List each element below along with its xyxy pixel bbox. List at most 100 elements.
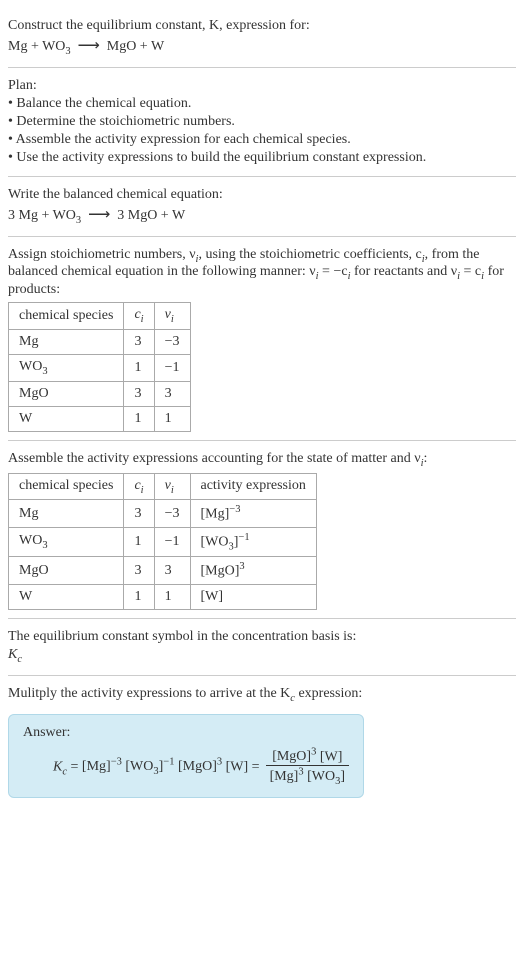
- cell-ci: 1: [124, 354, 154, 381]
- stoich-intro: Assign stoichiometric numbers, νi, using…: [8, 247, 516, 299]
- stoich-text: , using the stoichiometric coefficients,…: [198, 247, 421, 262]
- plan-item: • Assemble the activity expression for e…: [8, 132, 516, 148]
- answer-box: Answer: Kc = [Mg]−3 [WO3]−1 [MgO]3 [W] =…: [8, 714, 364, 798]
- cell-ci: 1: [124, 585, 154, 610]
- unbalanced-equation: Mg + WO3 ⟶ MgO + W: [8, 36, 516, 57]
- cell-species: WO3: [9, 354, 124, 381]
- col-ci: ci: [124, 473, 154, 500]
- cell-ci: 3: [124, 329, 154, 354]
- balanced-sub: 3: [76, 215, 81, 226]
- col-activity: activity expression: [190, 473, 316, 500]
- activity-section: Assemble the activity expressions accoun…: [8, 441, 516, 619]
- final-text: Mulitply the activity expressions to arr…: [8, 686, 290, 701]
- term: [Mg]−3: [82, 759, 122, 774]
- term-sup: 3: [217, 757, 222, 768]
- term-base: [MgO]: [178, 759, 217, 774]
- stoich-section: Assign stoichiometric numbers, νi, using…: [8, 237, 516, 441]
- cell-activity: [W]: [190, 585, 316, 610]
- activity-sup: 3: [239, 561, 244, 572]
- eq-sub: 3: [65, 46, 70, 57]
- cell-species: WO3: [9, 528, 124, 557]
- kc-sub: c: [62, 766, 67, 777]
- term: [W]: [226, 759, 249, 774]
- final-intro: Mulitply the activity expressions to arr…: [8, 686, 516, 704]
- fraction-denominator: [Mg]3 [WO3]: [266, 766, 349, 786]
- term: [Mg]3: [270, 769, 304, 784]
- cell-species: W: [9, 406, 124, 431]
- kc-left: Kc = [Mg]−3 [WO3]−1 [MgO]3 [W] =: [53, 757, 260, 777]
- header-label: νi: [165, 478, 174, 493]
- activity-base: [Mg]: [201, 507, 230, 522]
- balanced-rhs: 3 MgO + W: [117, 208, 185, 223]
- term: [W]: [320, 749, 343, 764]
- table-row: W 1 1 [W]: [9, 585, 317, 610]
- cell-activity: [Mg]−3: [190, 500, 316, 528]
- cell-nui: 3: [154, 381, 190, 406]
- header-label: activity expression: [201, 478, 306, 493]
- cell-ci: 1: [124, 528, 154, 557]
- plan-item: • Use the activity expressions to build …: [8, 150, 516, 166]
- header-label: chemical species: [19, 308, 113, 323]
- final-text: expression:: [295, 686, 362, 701]
- col-species: chemical species: [9, 473, 124, 500]
- table-row: MgO 3 3: [9, 381, 191, 406]
- term-sup: 3: [298, 766, 303, 777]
- kc-expression: Kc = [Mg]−3 [WO3]−1 [MgO]3 [W] = [MgO]3 …: [53, 747, 349, 787]
- header-label: νi: [165, 307, 174, 322]
- table-row: W 1 1: [9, 406, 191, 431]
- term-sup: −3: [111, 757, 122, 768]
- col-nui: νi: [154, 303, 190, 330]
- question-section: Construct the equilibrium constant, K, e…: [8, 8, 516, 68]
- cell-ci: 3: [124, 381, 154, 406]
- eq-lhs: Mg + WO: [8, 39, 65, 54]
- header-label: ci: [134, 307, 143, 322]
- cell-nui: −3: [154, 500, 190, 528]
- cell-activity: [MgO]3: [190, 557, 316, 585]
- term-base: [Mg]: [82, 759, 111, 774]
- final-section: Mulitply the activity expressions to arr…: [8, 676, 516, 806]
- table-header-row: chemical species ci νi activity expressi…: [9, 473, 317, 500]
- reaction-arrow-icon: ⟶: [88, 206, 110, 223]
- kc-k: K: [8, 647, 17, 662]
- plan-item: • Determine the stoichiometric numbers.: [8, 114, 516, 130]
- header-label: ci: [134, 478, 143, 493]
- activity-intro: Assemble the activity expressions accoun…: [8, 451, 516, 469]
- cell-species: Mg: [9, 500, 124, 528]
- eq-rhs: MgO + W: [107, 39, 164, 54]
- symbol-section: The equilibrium constant symbol in the c…: [8, 619, 516, 676]
- term: [MgO]3: [272, 749, 316, 764]
- kc-fraction: [MgO]3 [W] [Mg]3 [WO3]: [266, 747, 349, 787]
- equals: =: [71, 759, 82, 774]
- activity-table: chemical species ci νi activity expressi…: [8, 473, 317, 611]
- reaction-arrow-icon: ⟶: [78, 37, 100, 54]
- plan-section: Plan: • Balance the chemical equation. •…: [8, 68, 516, 177]
- col-ci: ci: [124, 303, 154, 330]
- stoich-table: chemical species ci νi Mg 3 −3 WO3 1 −1 …: [8, 302, 191, 432]
- table-row: WO3 1 −1 [WO3]−1: [9, 528, 317, 557]
- table-header-row: chemical species ci νi: [9, 303, 191, 330]
- activity-text: :: [424, 451, 428, 466]
- balanced-equation: 3 Mg + WO3 ⟶ 3 MgO + W: [8, 205, 516, 226]
- cell-ci: 1: [124, 406, 154, 431]
- question-line1: Construct the equilibrium constant, K, e…: [8, 18, 516, 34]
- cell-species: MgO: [9, 557, 124, 585]
- equals: =: [252, 759, 260, 774]
- cell-ci: 3: [124, 500, 154, 528]
- term: [WO3]−1: [125, 759, 174, 774]
- kc-symbol: Kc: [8, 647, 516, 665]
- term: [MgO]3: [178, 759, 222, 774]
- kc-k: K: [53, 759, 62, 774]
- stoich-text: Assign stoichiometric numbers, ν: [8, 247, 196, 262]
- cell-nui: −1: [154, 354, 190, 381]
- balanced-lhs: 3 Mg + WO: [8, 208, 76, 223]
- table-row: Mg 3 −3 [Mg]−3: [9, 500, 317, 528]
- col-nui: νi: [154, 473, 190, 500]
- activity-sup: −1: [238, 532, 249, 543]
- activity-text: Assemble the activity expressions accoun…: [8, 451, 421, 466]
- term-sup: −1: [163, 757, 174, 768]
- fraction-numerator: [MgO]3 [W]: [266, 747, 349, 767]
- col-species: chemical species: [9, 303, 124, 330]
- activity-base: [MgO]: [201, 564, 240, 579]
- plan-item: • Balance the chemical equation.: [8, 96, 516, 112]
- table-row: Mg 3 −3: [9, 329, 191, 354]
